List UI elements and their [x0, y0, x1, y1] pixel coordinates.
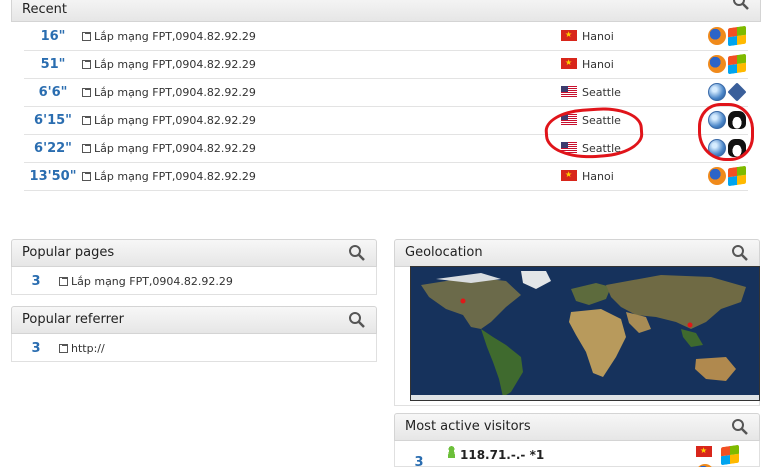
city-label: Seattle [582, 86, 621, 99]
list-item[interactable]: 3 118.71.-.- *1 [394, 444, 760, 467]
page-link[interactable]: Lắp mạng FPT,0904.82.92.29 [71, 275, 233, 288]
popular-referrer-header: Popular referrer [11, 306, 377, 334]
external-link-icon [82, 32, 91, 41]
windows-icon [728, 25, 746, 47]
popular-pages-title: Popular pages [22, 245, 115, 260]
visit-time: 6'22" [34, 141, 72, 156]
browser-os-icons [708, 25, 748, 47]
table-row[interactable]: 51" Lắp mạng FPT,0904.82.92.29 Hanoi [24, 51, 748, 79]
browser-os-icons [708, 53, 748, 75]
windows-icon [728, 53, 746, 75]
windows-icon [728, 165, 746, 187]
page-link[interactable]: Lắp mạng FPT,0904.82.92.29 [94, 114, 256, 127]
firefox-icon [708, 55, 726, 73]
visit-time: 16" [40, 29, 66, 44]
table-row[interactable]: 16" Lắp mạng FPT,0904.82.92.29 Hanoi [24, 23, 748, 51]
browser-os-icons [708, 165, 748, 187]
most-active-header: Most active visitors [394, 413, 760, 441]
world-map-image [411, 267, 759, 400]
vietnam-flag-icon [561, 29, 577, 41]
geolocation-title: Geolocation [405, 245, 483, 260]
search-icon[interactable] [732, 0, 750, 11]
search-icon[interactable] [731, 418, 749, 436]
visited-page: Lắp mạng FPT,0904.82.92.29 [82, 58, 256, 71]
vietnam-flag-icon [561, 57, 577, 69]
city-label: Hanoi [582, 58, 614, 71]
city-label: Hanoi [582, 170, 614, 183]
user-icon [447, 446, 456, 458]
list-item[interactable]: 3 http:// [11, 341, 377, 361]
visited-page: Lắp mạng FPT,0904.82.92.29 [82, 170, 256, 183]
usa-flag-icon [561, 86, 577, 97]
table-row[interactable]: 6'6" Lắp mạng FPT,0904.82.92.29 Seattle [24, 79, 748, 107]
visit-time: 51" [40, 57, 66, 72]
most-active-title: Most active visitors [405, 419, 531, 434]
annotation-circle-icons [698, 103, 754, 161]
visited-page: Lắp mạng FPT,0904.82.92.29 [82, 30, 256, 43]
windows-icon [720, 444, 739, 466]
page-link[interactable]: Lắp mạng FPT,0904.82.92.29 [94, 30, 256, 43]
vietnam-flag-icon [696, 445, 712, 457]
visit-time: 6'6" [38, 85, 68, 100]
referrer-count: 3 [31, 341, 41, 356]
visit-time: 6'15" [34, 113, 72, 128]
popular-referrer-title: Popular referrer [22, 312, 125, 327]
search-icon[interactable] [731, 244, 749, 262]
world-map[interactable] [410, 266, 760, 401]
recent-title: Recent [22, 2, 67, 17]
search-icon[interactable] [348, 244, 366, 262]
visitor-ip[interactable]: 118.71.-.- *1 [460, 448, 544, 462]
page-link[interactable]: Lắp mạng FPT,0904.82.92.29 [94, 86, 256, 99]
search-icon[interactable] [348, 311, 366, 329]
page-link[interactable]: Lắp mạng FPT,0904.82.92.29 [94, 142, 256, 155]
browser-os-icons [708, 82, 748, 102]
visited-page: Lắp mạng FPT,0904.82.92.29 [82, 86, 256, 99]
visited-page: Lắp mạng FPT,0904.82.92.29 [82, 142, 256, 155]
external-link-icon [82, 172, 91, 181]
visitor-location: Hanoi [561, 29, 614, 43]
firefox-icon [708, 27, 726, 45]
page-link[interactable]: Lắp mạng FPT,0904.82.92.29 [94, 58, 256, 71]
external-link-icon [82, 60, 91, 69]
visit-time: 13'50" [29, 169, 77, 184]
vietnam-flag-icon [561, 169, 577, 181]
recent-header: Recent [11, 0, 761, 22]
external-link-icon [82, 144, 91, 153]
visitor-location: Hanoi [561, 57, 614, 71]
visited-page: Lắp mạng FPT,0904.82.92.29 [82, 114, 256, 127]
table-row[interactable]: 13'50" Lắp mạng FPT,0904.82.92.29 Hanoi [24, 163, 748, 191]
list-item[interactable]: 3 Lắp mạng FPT,0904.82.92.29 [11, 274, 377, 294]
visitor-location: Seattle [561, 86, 621, 99]
external-link-icon [82, 88, 91, 97]
external-link-icon [82, 116, 91, 125]
visitor-count: 3 [414, 455, 424, 467]
city-label: Hanoi [582, 30, 614, 43]
external-link-icon [59, 344, 68, 353]
recent-table: 16" Lắp mạng FPT,0904.82.92.29 Hanoi 51" Lắp… [24, 23, 748, 191]
globe-icon [708, 83, 726, 101]
firefox-icon [708, 167, 726, 185]
geolocation-header: Geolocation [394, 239, 760, 267]
external-link-icon [59, 277, 68, 286]
page-link[interactable]: Lắp mạng FPT,0904.82.92.29 [94, 170, 256, 183]
referrer-link[interactable]: http:// [71, 342, 105, 355]
page-count: 3 [31, 274, 41, 289]
visitor-location: Hanoi [561, 169, 614, 183]
popular-pages-header: Popular pages [11, 239, 377, 267]
diamond-icon [727, 82, 747, 102]
